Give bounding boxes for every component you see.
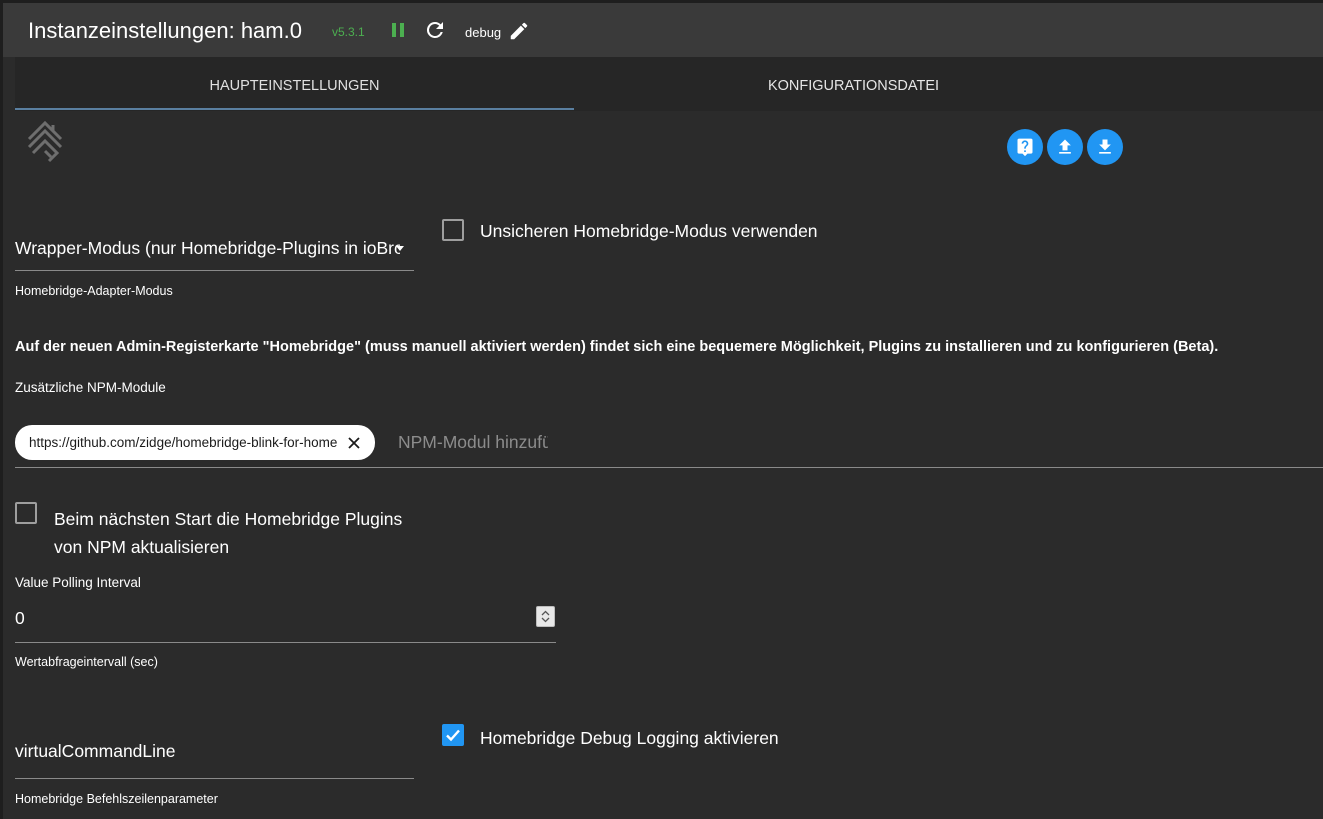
unsafe-mode-label[interactable]: Unsicheren Homebridge-Modus verwenden	[480, 221, 818, 242]
polling-interval-label: Value Polling Interval	[15, 575, 141, 590]
help-icon	[1017, 138, 1033, 157]
homebridge-logo	[23, 117, 75, 169]
pencil-icon	[510, 22, 528, 40]
info-text: Auf der neuen Admin-Registerkarte "Homeb…	[15, 339, 1219, 355]
command-line-helper: Homebridge Befehlszeilenparameter	[15, 792, 218, 806]
homebridge-logo-icon	[27, 120, 63, 163]
version-label: v5.3.1	[332, 25, 365, 39]
instance-settings-dialog: Instanzeinstellungen: ham.0 v5.3.1 debug…	[3, 3, 1323, 819]
command-line-field	[15, 733, 414, 779]
log-level-label: debug	[465, 25, 502, 40]
number-spinner[interactable]	[536, 606, 555, 627]
polling-interval-input[interactable]	[15, 604, 515, 632]
close-icon[interactable]	[347, 436, 361, 450]
adapter-mode-helper: Homebridge-Adapter-Modus	[15, 284, 173, 298]
adapter-mode-value: Wrapper-Modus (nur Homebridge-Plugins in…	[15, 238, 400, 258]
checkmark-icon	[446, 729, 460, 742]
adapter-mode-select[interactable]: Wrapper-Modus (nur Homebridge-Plugins in…	[15, 229, 414, 271]
dropdown-arrow-icon	[396, 246, 404, 251]
reload-instance-button[interactable]	[423, 18, 447, 42]
upload-config-button[interactable]	[1047, 129, 1083, 165]
tab-config-file[interactable]: KONFIGURATIONSDATEI	[574, 57, 1133, 111]
download-icon	[1099, 139, 1111, 154]
tab-main-settings[interactable]: HAUPTEINSTELLUNGEN	[15, 57, 574, 111]
pause-icon	[392, 23, 404, 37]
tab-bar: HAUPTEINSTELLUNGEN KONFIGURATIONSDATEI	[15, 57, 1323, 111]
spinner-arrows-icon	[541, 610, 550, 623]
refresh-icon	[426, 21, 443, 38]
dialog-title: Instanzeinstellungen: ham.0	[28, 18, 302, 43]
dialog-header: Instanzeinstellungen: ham.0 v5.3.1 debug	[3, 3, 1323, 57]
npm-module-input[interactable]	[398, 427, 548, 457]
update-plugins-checkbox[interactable]	[15, 502, 37, 524]
active-tab-indicator	[15, 108, 574, 110]
debug-logging-label[interactable]: Homebridge Debug Logging aktivieren	[480, 728, 779, 749]
debug-logging-checkbox[interactable]	[442, 724, 464, 746]
update-plugins-label[interactable]: Beim nächsten Start die Homebridge Plugi…	[54, 505, 424, 561]
unsafe-mode-checkbox[interactable]	[442, 219, 464, 241]
npm-modules-field: https://github.com/zidge/homebridge-blin…	[15, 421, 1323, 468]
npm-modules-label: Zusätzliche NPM-Module	[15, 380, 166, 395]
edit-log-level-button[interactable]	[508, 20, 530, 42]
command-line-input[interactable]	[15, 736, 410, 766]
help-button[interactable]	[1007, 129, 1043, 165]
download-config-button[interactable]	[1087, 129, 1123, 165]
upload-icon	[1059, 139, 1071, 154]
npm-module-chip: https://github.com/zidge/homebridge-blin…	[15, 425, 376, 460]
pause-instance-button[interactable]	[387, 19, 409, 41]
npm-module-chip-label: https://github.com/zidge/homebridge-blin…	[29, 435, 338, 450]
polling-interval-helper: Wertabfrageintervall (sec)	[15, 655, 158, 669]
polling-interval-field	[15, 599, 556, 643]
